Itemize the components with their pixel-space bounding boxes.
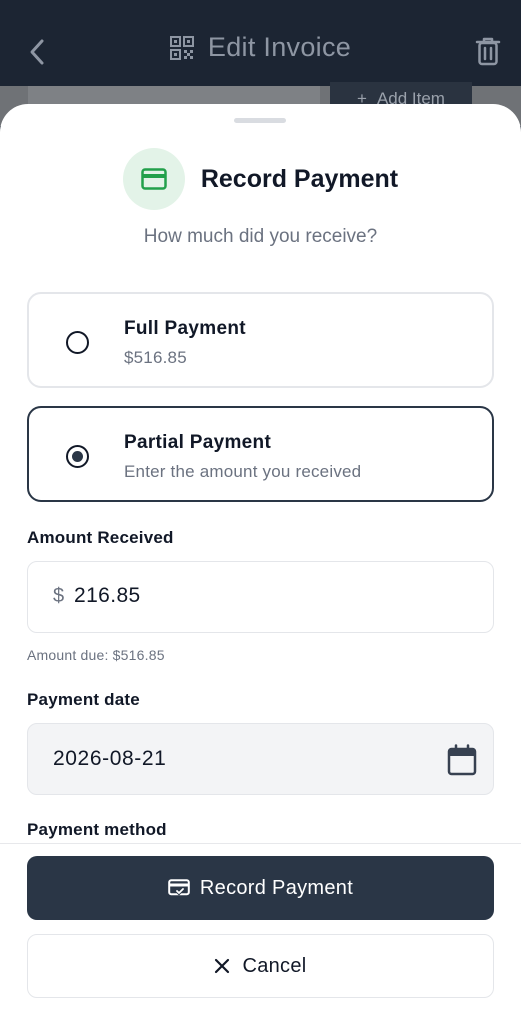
cancel-label: Cancel (242, 954, 307, 977)
sheet-title-row: Record Payment (0, 148, 521, 210)
card-check-icon (168, 879, 190, 896)
full-payment-radio[interactable] (66, 331, 89, 354)
payment-date-value[interactable]: 2026-08-21 (53, 747, 166, 771)
page-title: Edit Invoice (207, 32, 352, 62)
record-payment-label: Record Payment (199, 876, 354, 899)
qr-code-icon (169, 35, 194, 60)
option-subtitle: $516.85 (124, 348, 187, 367)
currency-symbol: $ (53, 585, 65, 607)
partial-payment-option[interactable]: Partial Payment Enter the amount you rec… (27, 406, 494, 502)
payment-method-label: Payment method (27, 820, 167, 839)
calendar-icon[interactable] (447, 744, 477, 776)
amount-received-label: Amount Received (27, 528, 174, 547)
payment-date-label: Payment date (27, 690, 140, 709)
option-subtitle: Enter the amount you received (124, 462, 362, 481)
sheet-title: Record Payment (200, 164, 399, 193)
sheet-footer: Record Payment Cancel (0, 843, 521, 1024)
close-icon (215, 958, 230, 974)
record-payment-button[interactable]: Record Payment (27, 856, 494, 920)
cancel-button[interactable]: Cancel (27, 934, 494, 998)
payment-date-field[interactable]: 2026-08-21 (27, 723, 494, 795)
title-icon-badge (122, 148, 185, 210)
sheet-subtitle: How much did you receive? (143, 226, 378, 247)
delete-button[interactable] (473, 34, 503, 68)
option-title: Partial Payment (124, 432, 272, 453)
option-title: Full Payment (124, 318, 246, 339)
credit-card-icon (141, 168, 167, 190)
full-payment-option[interactable]: Full Payment $516.85 (27, 292, 494, 388)
amount-received-field[interactable]: $ 216.85 (27, 561, 494, 633)
trash-icon (475, 37, 501, 66)
drag-handle[interactable] (234, 118, 286, 123)
header-center: Edit Invoice (0, 32, 521, 63)
amount-value[interactable]: 216.85 (74, 584, 141, 608)
amount-due-helper: Amount due: $516.85 (27, 647, 165, 663)
partial-payment-radio[interactable] (66, 445, 89, 468)
record-payment-sheet: Record Payment How much did you receive?… (0, 104, 521, 1024)
